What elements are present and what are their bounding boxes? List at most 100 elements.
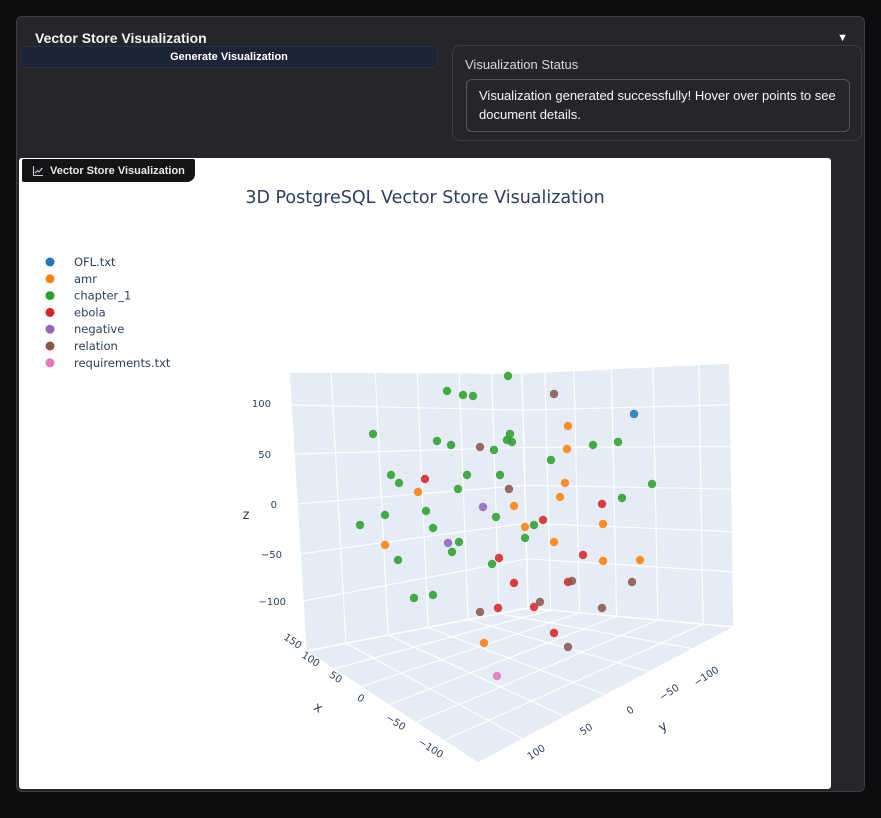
data-point[interactable]	[509, 578, 519, 588]
x-tick-label: 150	[281, 632, 303, 652]
y-tick-label: 100	[526, 743, 548, 763]
data-point[interactable]	[629, 409, 639, 419]
z-axis-title: z	[243, 508, 250, 523]
legend-item[interactable]: ebola	[45, 305, 106, 319]
data-point[interactable]	[493, 603, 503, 613]
data-point[interactable]	[478, 502, 488, 512]
data-point[interactable]	[627, 577, 637, 587]
data-point[interactable]	[520, 522, 530, 532]
data-point[interactable]	[635, 555, 645, 565]
data-point[interactable]	[494, 553, 504, 563]
data-point[interactable]	[563, 421, 573, 431]
data-point[interactable]	[549, 537, 559, 547]
data-point[interactable]	[453, 484, 463, 494]
legend-item[interactable]: OFL.txt	[45, 255, 117, 269]
scatter3d-plot[interactable]: 150100500−50−100 100500−50−100100500−50−1…	[19, 158, 831, 789]
data-point[interactable]	[442, 386, 452, 396]
legend-item[interactable]: amr	[45, 272, 98, 286]
data-point[interactable]	[428, 590, 438, 600]
data-point[interactable]	[432, 436, 442, 446]
data-point[interactable]	[380, 540, 390, 550]
data-point[interactable]	[489, 445, 499, 455]
generate-visualization-button[interactable]: Generate Visualization	[20, 46, 438, 68]
data-point[interactable]	[560, 478, 570, 488]
data-point[interactable]	[492, 671, 502, 681]
data-point[interactable]	[520, 533, 530, 543]
legend-label: amr	[74, 272, 97, 286]
data-point[interactable]	[535, 597, 545, 607]
data-point[interactable]	[567, 576, 577, 586]
legend-item[interactable]: relation	[45, 339, 118, 353]
data-point[interactable]	[447, 547, 457, 557]
data-point[interactable]	[529, 520, 539, 530]
data-point[interactable]	[613, 437, 623, 447]
z-tick-label: −50	[261, 550, 282, 561]
legend-label: ebola	[74, 305, 106, 319]
y-tick-label: 50	[578, 722, 595, 738]
data-point[interactable]	[597, 499, 607, 509]
legend-marker	[45, 358, 55, 368]
data-point[interactable]	[409, 593, 419, 603]
data-point[interactable]	[647, 479, 657, 489]
data-point[interactable]	[549, 628, 559, 638]
data-point[interactable]	[546, 455, 556, 465]
data-point[interactable]	[386, 470, 396, 480]
legend-item[interactable]: requirements.txt	[45, 356, 171, 370]
z-tick-label: 0	[271, 500, 277, 511]
data-point[interactable]	[394, 478, 404, 488]
collapse-icon[interactable]: ▼	[837, 32, 848, 44]
data-point[interactable]	[487, 559, 497, 569]
data-point[interactable]	[454, 537, 464, 547]
data-point[interactable]	[503, 371, 513, 381]
y-tick-label: 0	[625, 705, 636, 718]
data-point[interactable]	[563, 642, 573, 652]
data-point[interactable]	[428, 523, 438, 533]
data-point[interactable]	[462, 470, 472, 480]
legend-item[interactable]: chapter_1	[45, 289, 132, 303]
data-point[interactable]	[421, 506, 431, 516]
legend-label: relation	[74, 339, 118, 353]
data-point[interactable]	[443, 538, 453, 548]
data-point[interactable]	[597, 603, 607, 613]
data-point[interactable]	[468, 391, 478, 401]
plot-wall	[289, 372, 528, 651]
data-point[interactable]	[446, 440, 456, 450]
data-point[interactable]	[479, 638, 489, 648]
data-point[interactable]	[549, 389, 559, 399]
data-point[interactable]	[538, 515, 548, 525]
data-point[interactable]	[355, 520, 365, 530]
data-point[interactable]	[495, 470, 505, 480]
data-point[interactable]	[509, 501, 519, 511]
data-point[interactable]	[578, 550, 588, 560]
y-tick-label: −100	[692, 665, 721, 689]
data-point[interactable]	[617, 493, 627, 503]
status-message: Visualization generated successfully! Ho…	[479, 88, 836, 122]
legend-marker	[45, 274, 55, 284]
data-point[interactable]	[380, 510, 390, 520]
data-point[interactable]	[555, 492, 565, 502]
data-point[interactable]	[507, 437, 517, 447]
data-point[interactable]	[598, 556, 608, 566]
legend-label: negative	[74, 322, 124, 336]
data-point[interactable]	[393, 555, 403, 565]
data-point[interactable]	[504, 484, 514, 494]
plot-tab-label: Vector Store Visualization	[50, 164, 185, 177]
x-tick-label: −100	[416, 737, 445, 761]
z-tick-label: −100	[259, 597, 286, 608]
data-point[interactable]	[475, 442, 485, 452]
x-axis-title: x	[311, 700, 326, 717]
data-point[interactable]	[491, 512, 501, 522]
legend-marker	[45, 291, 55, 301]
data-point[interactable]	[598, 519, 608, 529]
legend-item[interactable]: negative	[45, 322, 125, 336]
data-point[interactable]	[588, 440, 598, 450]
data-point[interactable]	[458, 390, 468, 400]
data-point[interactable]	[420, 474, 430, 484]
data-point[interactable]	[413, 487, 423, 497]
x-tick-label: −50	[384, 713, 408, 734]
data-point[interactable]	[368, 429, 378, 439]
z-tick-label: 50	[258, 450, 271, 461]
legend-marker	[45, 307, 55, 317]
data-point[interactable]	[475, 607, 485, 617]
data-point[interactable]	[562, 444, 572, 454]
